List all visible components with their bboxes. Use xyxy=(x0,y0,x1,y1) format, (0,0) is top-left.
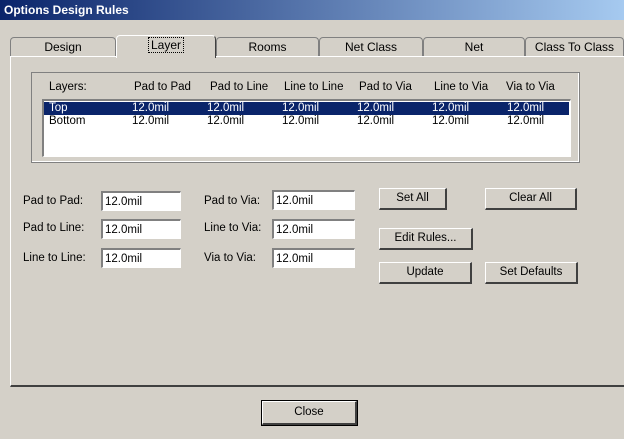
value-line-to-via: 12.0mil xyxy=(432,115,470,127)
tab-rooms[interactable]: Rooms xyxy=(216,37,319,57)
header-via-to-via: Via to Via xyxy=(506,81,555,93)
pad-to-via-field[interactable] xyxy=(272,190,355,210)
tab-strip: Design Layer Rooms Net Class Net Class T… xyxy=(10,35,624,58)
value-pad-to-pad: 12.0mil xyxy=(132,115,170,127)
value-via-to-via: 12.0mil xyxy=(507,102,545,114)
header-pad-to-via: Pad to Via xyxy=(359,81,412,93)
value-pad-to-via: 12.0mil xyxy=(357,102,395,114)
clear-all-button[interactable]: Clear All xyxy=(485,188,577,210)
header-line-to-line: Line to Line xyxy=(284,81,344,93)
header-pad-to-line: Pad to Line xyxy=(210,81,269,93)
tab-layer[interactable]: Layer xyxy=(116,35,216,58)
tab-layer-label: Layer xyxy=(147,37,185,53)
list-item-top[interactable]: Top 12.0mil 12.0mil 12.0mil 12.0mil 12.0… xyxy=(44,102,569,115)
tab-net-class[interactable]: Net Class xyxy=(319,37,423,57)
tab-class-to-class[interactable]: Class To Class xyxy=(525,37,624,57)
pad-to-via-label: Pad to Via: xyxy=(204,195,261,207)
update-button[interactable]: Update xyxy=(379,262,472,284)
layer-name: Top xyxy=(49,102,68,114)
value-line-to-line: 12.0mil xyxy=(282,102,320,114)
value-line-to-line: 12.0mil xyxy=(282,115,320,127)
tab-class-to-class-label: Class To Class xyxy=(534,40,615,54)
layer-rules-group: Layers: Pad to Pad Pad to Line Line to L… xyxy=(31,72,580,163)
layer-list[interactable]: Top 12.0mil 12.0mil 12.0mil 12.0mil 12.0… xyxy=(42,99,571,157)
header-pad-to-pad: Pad to Pad xyxy=(134,81,191,93)
via-to-via-field[interactable] xyxy=(272,248,355,268)
list-item-bottom[interactable]: Bottom 12.0mil 12.0mil 12.0mil 12.0mil 1… xyxy=(44,115,569,128)
window-title: Options Design Rules xyxy=(0,0,624,20)
tab-rooms-label: Rooms xyxy=(248,40,287,54)
line-to-line-field[interactable] xyxy=(101,248,181,268)
line-to-line-label: Line to Line: xyxy=(23,252,86,264)
line-to-via-field[interactable] xyxy=(272,219,355,239)
pad-to-pad-label: Pad to Pad: xyxy=(23,195,84,207)
tab-net[interactable]: Net xyxy=(423,37,525,57)
value-pad-to-line: 12.0mil xyxy=(207,102,245,114)
value-line-to-via: 12.0mil xyxy=(432,102,470,114)
set-defaults-button[interactable]: Set Defaults xyxy=(485,262,578,284)
tab-net-label: Net xyxy=(464,40,484,54)
line-to-via-label: Line to Via: xyxy=(204,222,262,234)
value-pad-to-via: 12.0mil xyxy=(357,115,395,127)
close-button[interactable]: Close xyxy=(261,400,358,426)
tab-design[interactable]: Design xyxy=(10,37,116,57)
via-to-via-label: Via to Via: xyxy=(204,252,257,264)
value-pad-to-line: 12.0mil xyxy=(207,115,245,127)
layer-tab-panel: Layers: Pad to Pad Pad to Line Line to L… xyxy=(10,56,624,387)
edit-rules-button[interactable]: Edit Rules... xyxy=(379,228,473,250)
layer-name: Bottom xyxy=(49,115,86,127)
tab-net-class-label: Net Class xyxy=(344,40,397,54)
pad-to-line-field[interactable] xyxy=(101,219,181,239)
header-line-to-via: Line to Via xyxy=(434,81,489,93)
pad-to-pad-field[interactable] xyxy=(101,191,181,211)
header-layers: Layers: xyxy=(49,81,87,93)
set-all-button[interactable]: Set All xyxy=(379,188,447,210)
value-pad-to-pad: 12.0mil xyxy=(132,102,170,114)
value-via-to-via: 12.0mil xyxy=(507,115,545,127)
tab-design-label: Design xyxy=(44,40,82,54)
pad-to-line-label: Pad to Line: xyxy=(23,222,85,234)
